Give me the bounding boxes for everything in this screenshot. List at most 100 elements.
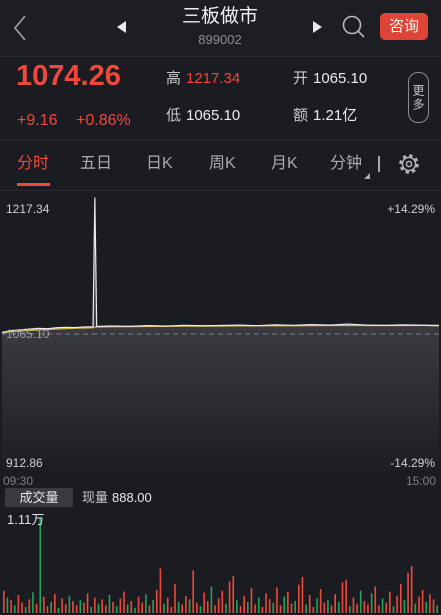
volume-bar — [61, 598, 63, 613]
dropdown-corner-icon — [364, 166, 370, 179]
volume-bar — [79, 600, 82, 613]
volume-bar — [272, 602, 275, 613]
volume-bar — [21, 602, 23, 613]
volume-bar — [250, 588, 253, 613]
volume-bar — [236, 600, 238, 613]
consult-button[interactable]: 咨询 — [380, 13, 428, 40]
price-change: +9.16 — [17, 112, 58, 129]
high-value: 1217.34 — [186, 70, 241, 87]
chart-settings-button[interactable] — [398, 153, 420, 175]
volume-bar — [257, 597, 260, 613]
volume-bar — [348, 606, 351, 613]
x-axis-end-label: 15:00 — [405, 474, 436, 488]
tab-minute[interactable]: 分钟 — [330, 154, 362, 174]
volume-max-label: 1.11万 — [7, 512, 45, 527]
tab-daily-k[interactable]: 日K — [146, 154, 173, 174]
active-tab-indicator — [17, 183, 50, 186]
volume-bar — [43, 596, 45, 613]
volume-bar — [396, 595, 398, 613]
volume-bar — [356, 603, 358, 613]
volume-bar — [199, 606, 202, 613]
volume-bar — [352, 597, 355, 613]
volume-bar — [228, 581, 231, 613]
volume-bar — [385, 602, 387, 613]
volume-bar — [276, 587, 278, 613]
volume-bar — [389, 591, 391, 613]
volume-bar — [97, 603, 100, 613]
divider — [0, 190, 441, 191]
volume-bar — [283, 596, 286, 613]
volume-bar — [305, 604, 307, 613]
volume-bar — [166, 597, 169, 613]
volume-bar — [137, 596, 140, 613]
volume-bar — [381, 598, 384, 613]
volume-bar — [327, 600, 329, 613]
volume-bar — [312, 607, 315, 613]
volume-bar — [57, 607, 60, 613]
volume-bar — [221, 590, 224, 613]
volume-bar — [323, 602, 326, 613]
tab-monthly-k[interactable]: 月K — [271, 154, 298, 174]
volume-bar — [50, 601, 52, 613]
volume-bar — [170, 607, 173, 613]
volume-bar — [134, 607, 136, 613]
volume-bar — [6, 597, 9, 613]
volume-bar — [301, 577, 304, 613]
volume-bar — [298, 584, 300, 613]
volume-bar — [68, 595, 71, 613]
volume-bar — [203, 592, 205, 613]
volume-bar — [308, 595, 311, 613]
volume-bar — [392, 606, 395, 613]
volume-bar — [410, 565, 413, 613]
volume-bar — [39, 518, 42, 613]
more-button[interactable]: 更多 — [408, 72, 429, 123]
volume-bar — [185, 595, 187, 613]
volume-bar — [83, 602, 85, 613]
tab-intraday[interactable]: 分时 — [17, 154, 49, 174]
volume-bar — [75, 605, 78, 613]
volume-bar — [72, 601, 74, 613]
volume-bar — [101, 599, 103, 613]
volume-bar — [148, 605, 151, 613]
intraday-price-chart[interactable] — [0, 192, 441, 492]
next-stock-button[interactable] — [312, 20, 326, 34]
volume-bar — [316, 598, 318, 613]
volume-bar — [10, 600, 12, 613]
volume-indicator-badge[interactable]: 成交量 — [5, 488, 73, 507]
search-button[interactable] — [341, 14, 367, 40]
volume-bar — [367, 604, 369, 613]
x-axis-start-label: 09:30 — [3, 474, 34, 488]
volume-bar — [90, 607, 93, 613]
volume-bar — [24, 607, 27, 613]
open-label: 开 — [293, 70, 309, 87]
volume-bar — [261, 607, 264, 613]
volume-bar — [192, 570, 194, 613]
volume-bar — [188, 599, 191, 613]
volume-bar — [378, 605, 380, 613]
low-label: 低 — [166, 107, 182, 124]
page-title: 三板做市 — [181, 6, 258, 27]
divider — [0, 140, 441, 141]
gear-icon — [399, 154, 419, 174]
y-axis-min-label: 912.86 — [6, 456, 43, 470]
volume-bar — [359, 590, 362, 613]
volume-bar — [399, 583, 402, 613]
open-value: 1065.10 — [313, 70, 368, 87]
volume-bar — [181, 604, 184, 613]
tab-weekly-k[interactable]: 周K — [209, 154, 236, 174]
volume-bar — [64, 604, 67, 613]
back-button[interactable] — [12, 14, 32, 42]
volume-bar — [338, 601, 340, 613]
current-volume-label: 现量 — [82, 490, 109, 505]
volume-bar — [403, 600, 406, 613]
volume-chart[interactable] — [0, 512, 441, 615]
volume-bar — [414, 603, 417, 613]
volume-bar — [232, 576, 235, 613]
stock-code: 899002 — [198, 32, 242, 47]
volume-bar — [210, 586, 213, 613]
y-axis-max-label: 1217.34 — [6, 202, 50, 216]
volume-bar — [130, 601, 133, 613]
volume-bar — [214, 605, 216, 613]
volume-bar — [17, 595, 20, 613]
tab-five-day[interactable]: 五日 — [80, 154, 112, 174]
